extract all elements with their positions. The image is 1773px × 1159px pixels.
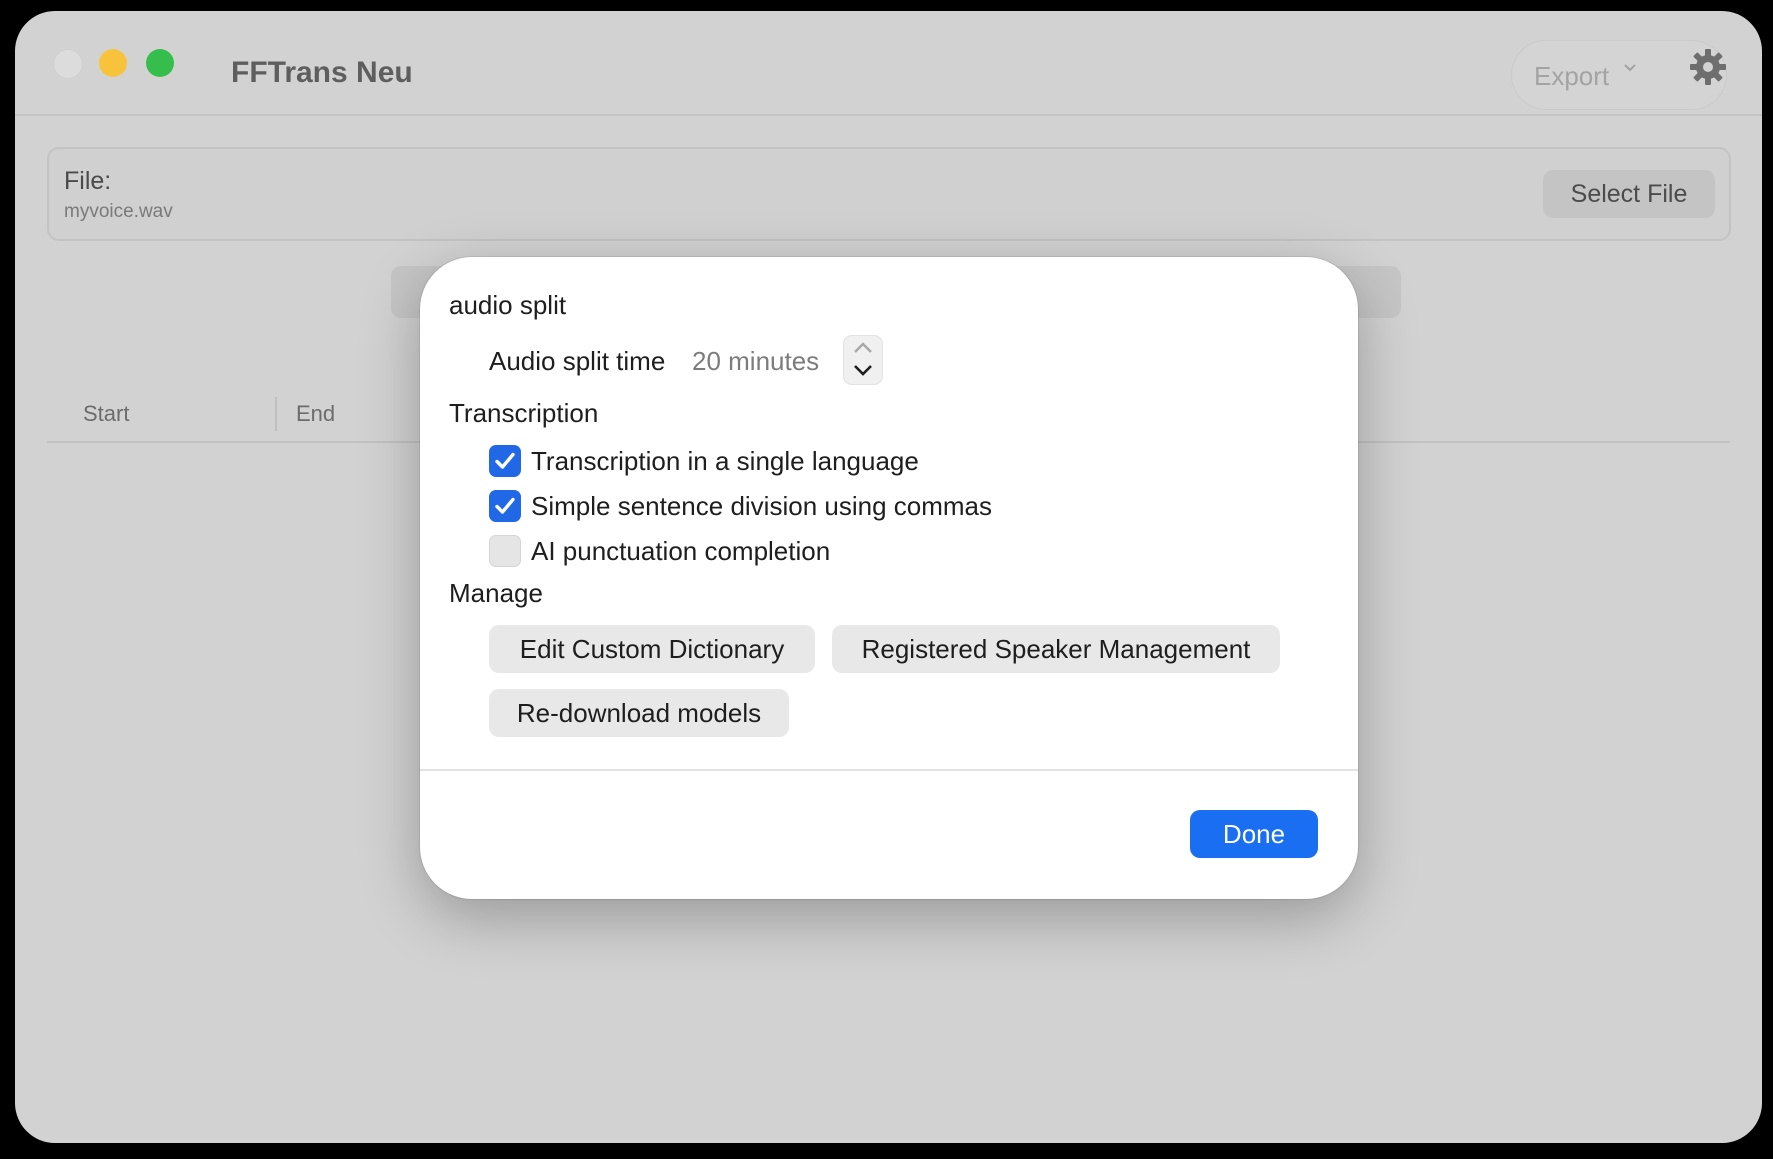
- app-title: FFTrans Neu: [231, 56, 413, 89]
- edit-custom-dictionary-button[interactable]: Edit Custom Dictionary: [489, 625, 815, 673]
- column-header-start[interactable]: Start: [83, 401, 129, 427]
- option-label: Transcription in a single language: [531, 446, 919, 476]
- checkbox-single-language[interactable]: [489, 445, 521, 477]
- audio-split-time-value[interactable]: 20 minutes: [692, 346, 819, 377]
- checkbox-comma-division[interactable]: [489, 490, 521, 522]
- close-icon[interactable]: [53, 49, 83, 79]
- gear-icon[interactable]: [1688, 47, 1728, 87]
- checkmark-icon: [495, 452, 515, 469]
- section-title-manage: Manage: [449, 578, 543, 608]
- checkbox-ai-punctuation[interactable]: [489, 535, 521, 567]
- chevron-up-icon[interactable]: [851, 339, 875, 357]
- settings-dialog: audio split Audio split time 20 minutes …: [420, 257, 1358, 899]
- file-name: myvoice.wav: [64, 201, 173, 222]
- audio-split-time-label: Audio split time: [489, 346, 666, 376]
- file-panel: File: myvoice.wav Select File: [47, 147, 1731, 241]
- option-label: AI punctuation completion: [531, 536, 831, 566]
- section-title-audio-split: audio split: [449, 290, 567, 320]
- minimize-icon[interactable]: [99, 49, 127, 77]
- select-file-button[interactable]: Select File: [1543, 170, 1715, 218]
- option-label: Simple sentence division using commas: [531, 491, 992, 521]
- title-bar: FFTrans Neu Export: [15, 11, 1762, 116]
- registered-speaker-management-button[interactable]: Registered Speaker Management: [832, 625, 1280, 673]
- chevron-down-icon[interactable]: [851, 361, 875, 379]
- redownload-models-button[interactable]: Re-download models: [489, 689, 789, 737]
- audio-split-time-stepper[interactable]: [844, 336, 882, 384]
- done-button[interactable]: Done: [1190, 810, 1318, 858]
- checkmark-icon: [495, 497, 515, 514]
- file-label: File:: [64, 167, 112, 195]
- zoom-icon[interactable]: [146, 49, 174, 77]
- column-header-end[interactable]: End: [296, 401, 335, 427]
- chevron-down-icon: [1622, 60, 1638, 81]
- column-divider: [275, 397, 277, 431]
- section-title-transcription: Transcription: [449, 398, 599, 428]
- dialog-footer-divider: [420, 769, 1358, 771]
- export-label: Export: [1534, 61, 1610, 91]
